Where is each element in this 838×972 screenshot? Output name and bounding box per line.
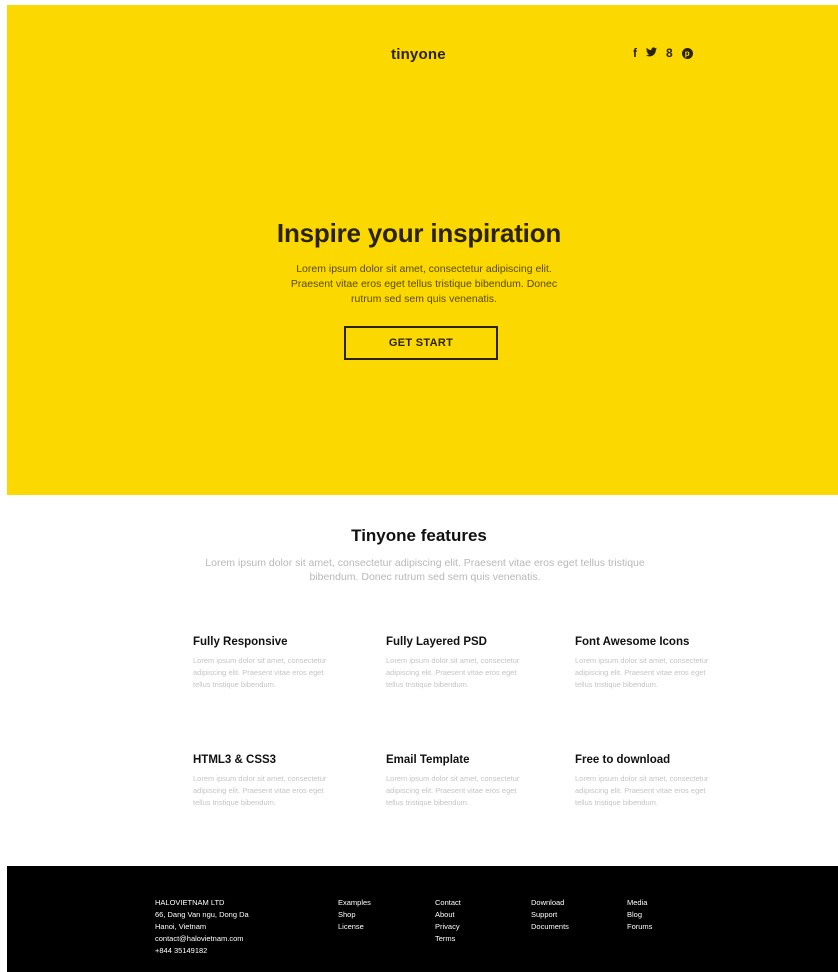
footer-links-col-3: Download Support Documents [531,897,569,933]
feature-card-free: Free to download Lorem ipsum dolor sit a… [575,754,715,809]
feature-text: Lorem ipsum dolor sit amet, consectetur … [575,656,709,689]
feature-title: HTML3 & CSS3 [193,754,277,766]
company-phone: +844 35149182 [155,946,208,955]
footer-link-examples[interactable]: Examples [338,897,371,909]
feature-text: Lorem ipsum dolor sit amet, consectetur … [193,656,327,689]
twitter-bird-shape [646,47,657,57]
footer-link-privacy[interactable]: Privacy [435,921,461,933]
site-logo[interactable]: tinyone [391,46,446,63]
hero-title: Inspire your inspiration [276,218,562,248]
footer-links-col-2: Contact About Privacy Terms [435,897,461,945]
footer-link-media[interactable]: Media [627,897,652,909]
feature-card-icons: Font Awesome Icons Lorem ipsum dolor sit… [575,636,715,691]
footer-links-col-4: Media Blog Forums [627,897,652,933]
feature-card-html-css: HTML3 & CSS3 Lorem ipsum dolor sit amet,… [193,754,333,809]
feature-title: Email Template [386,754,470,766]
facebook-icon[interactable]: f [633,46,637,60]
footer-link-download[interactable]: Download [531,897,569,909]
social-links: f 8 p [633,46,693,60]
footer-company-info: HALOVIETNAM LTD 66, Dang Van ngu, Dong D… [155,897,249,957]
hero-section [7,5,838,495]
google-plus-icon[interactable]: 8 [666,46,673,60]
hero-description: Lorem ipsum dolor sit amet, consectetur … [290,263,558,305]
feature-card-email: Email Template Lorem ipsum dolor sit ame… [386,754,526,809]
get-start-button[interactable]: GET START [344,326,498,360]
footer-link-terms[interactable]: Terms [435,933,461,945]
footer-link-shop[interactable]: Shop [338,909,371,921]
company-city: Hanoi, Vietnam [155,922,207,931]
feature-card-responsive: Fully Responsive Lorem ipsum dolor sit a… [193,636,333,691]
footer-links-col-1: Examples Shop License [338,897,371,933]
feature-title: Free to download [575,754,671,766]
footer-link-documents[interactable]: Documents [531,921,569,933]
features-title: Tinyone features [351,526,487,545]
footer-link-blog[interactable]: Blog [627,909,652,921]
pinterest-icon[interactable]: p [681,47,693,59]
feature-text: Lorem ipsum dolor sit amet, consectetur … [386,656,520,689]
feature-title: Font Awesome Icons [575,636,690,648]
feature-title: Fully Layered PSD [386,636,487,648]
feature-text: Lorem ipsum dolor sit amet, consectetur … [193,774,327,807]
footer-link-contact[interactable]: Contact [435,897,461,909]
footer-link-license[interactable]: License [338,921,371,933]
twitter-icon[interactable] [646,46,657,60]
feature-title: Fully Responsive [193,636,288,648]
footer-link-support[interactable]: Support [531,909,569,921]
footer-link-forums[interactable]: Forums [627,921,652,933]
feature-text: Lorem ipsum dolor sit amet, consectetur … [575,774,709,807]
footer: HALOVIETNAM LTD 66, Dang Van ngu, Dong D… [7,866,838,972]
footer-link-about[interactable]: About [435,909,461,921]
features-subtitle: Lorem ipsum dolor sit amet, consectetur … [205,557,645,583]
company-name: HALOVIETNAM LTD [155,898,225,907]
feature-card-psd: Fully Layered PSD Lorem ipsum dolor sit … [386,636,526,691]
feature-text: Lorem ipsum dolor sit amet, consectetur … [386,774,520,807]
company-address: 66, Dang Van ngu, Dong Da [155,910,249,919]
company-email[interactable]: contact@halovietnam.com [155,933,249,945]
